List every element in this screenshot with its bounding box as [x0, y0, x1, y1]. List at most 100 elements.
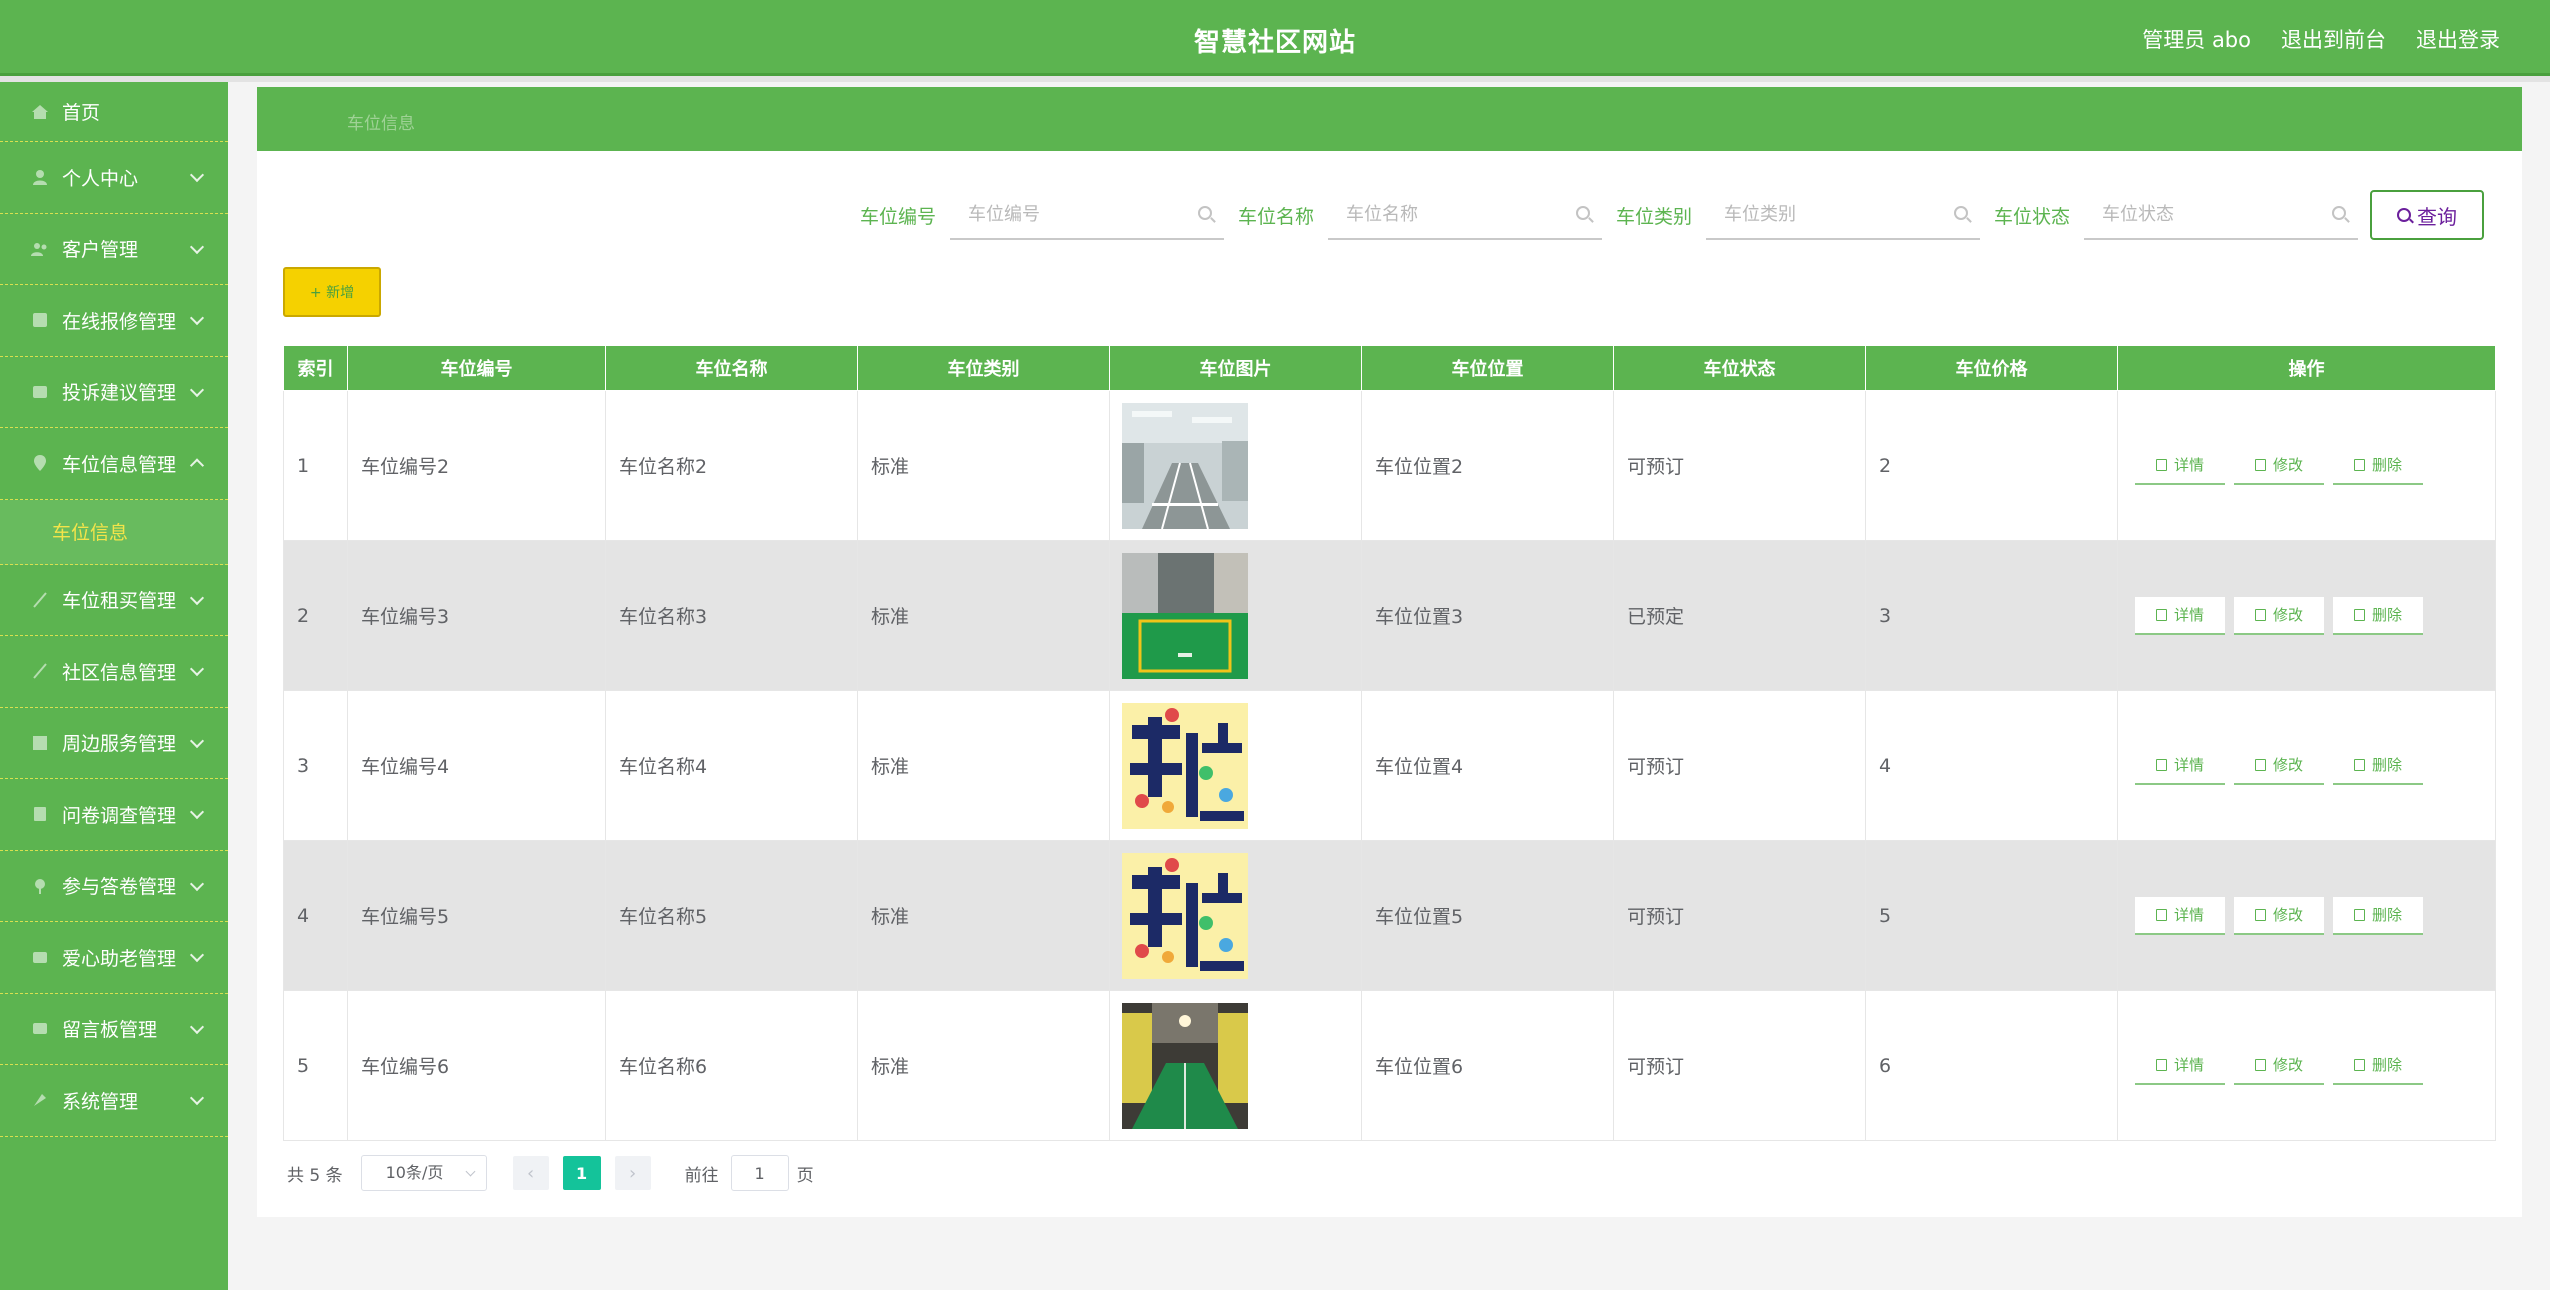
sidebar-subitem-parking-info[interactable]: 车位信息	[0, 499, 228, 565]
sidebar-item-label: 客户管理	[62, 239, 139, 262]
sidebar-item-label: 首页	[62, 102, 101, 124]
document-icon	[2155, 908, 2167, 921]
sidebar-item-answers[interactable]: 参与答卷管理	[0, 851, 228, 922]
sidebar-item-message-board[interactable]: 留言板管理	[0, 994, 228, 1065]
sidebar-item-nearby-services[interactable]: 周边服务管理	[0, 708, 228, 779]
document-icon	[2155, 458, 2167, 471]
parking-image-illustration[interactable]	[1122, 852, 1248, 979]
detail-button[interactable]: 详情	[2135, 446, 2225, 485]
parking-category-input[interactable]	[1705, 190, 1980, 238]
edit-button[interactable]: 修改	[2234, 446, 2324, 485]
sidebar-item-surveys[interactable]: 问卷调查管理	[0, 779, 228, 851]
detail-button[interactable]: 详情	[2135, 746, 2225, 785]
sidebar-item-community-info[interactable]: 社区信息管理	[0, 636, 228, 708]
sidebar-item-personal-center[interactable]: 个人中心	[0, 142, 228, 214]
cell-image	[1109, 840, 1362, 991]
cell-location: 车位位置6	[1361, 990, 1614, 1141]
delete-label: 删除	[2371, 456, 2402, 474]
trash-icon	[2353, 608, 2365, 621]
detail-button[interactable]: 详情	[2135, 596, 2225, 635]
table-row[interactable]: 1 车位编号2 车位名称2 标准 车位位置2 可预订 2 详情 修改 删除	[283, 390, 2496, 541]
system-icon	[34, 1094, 46, 1107]
delete-button[interactable]: 删除	[2333, 446, 2423, 485]
search-group-category: 车位类别	[1616, 190, 1980, 240]
sidebar-item-repair[interactable]: 在线报修管理	[0, 285, 228, 357]
table-header-row: 索引 车位编号 车位名称 车位类别 车位图片 车位位置 车位状态 车位价格 操作	[283, 345, 2496, 391]
document-icon	[2155, 1058, 2167, 1071]
detail-label: 详情	[2173, 606, 2204, 624]
chevron-up-icon	[189, 458, 205, 473]
cell-status: 可预订	[1613, 840, 1866, 991]
edit-button[interactable]: 修改	[2234, 746, 2324, 785]
document-icon	[2155, 758, 2167, 771]
table-row[interactable]: 4 车位编号5 车位名称5 标准 车位位置5 可预订 5 详情 修改 删除	[283, 840, 2496, 991]
parking-image-garage[interactable]	[1122, 402, 1248, 529]
cell-name: 车位名称6	[605, 990, 858, 1141]
edit-button[interactable]: 修改	[2234, 896, 2324, 935]
sidebar-item-system[interactable]: 系统管理	[0, 1065, 228, 1137]
column-header-price: 车位价格	[1865, 345, 2118, 391]
sidebar-item-elderly-care[interactable]: 爱心助老管理	[0, 922, 228, 994]
next-page-button[interactable]: ›	[614, 1156, 651, 1190]
cell-index: 4	[283, 840, 348, 991]
page-size-select[interactable]: 10条/页	[360, 1155, 487, 1191]
search-label: 车位名称	[1237, 205, 1314, 228]
sidebar-item-label: 车位信息管理	[62, 453, 177, 476]
delete-button[interactable]: 删除	[2333, 896, 2423, 935]
query-button-label: 查询	[2417, 204, 2457, 229]
cell-category: 标准	[857, 540, 1110, 691]
search-bar: 车位编号 车位名称 车位类别 车位状态	[846, 190, 2484, 240]
column-header-code: 车位编号	[347, 345, 606, 391]
search-icon	[1197, 206, 1212, 220]
page-number-button[interactable]: 1	[562, 1156, 601, 1190]
exit-to-front-link[interactable]: 退出到前台	[2281, 24, 2386, 54]
sidebar-item-parking-rent[interactable]: 车位租买管理	[0, 565, 228, 636]
prev-page-button[interactable]: ‹	[512, 1156, 549, 1190]
parking-image-garage-dark[interactable]	[1122, 1002, 1248, 1129]
detail-label: 详情	[2173, 1056, 2204, 1074]
sidebar-item-label: 系统管理	[62, 1090, 139, 1113]
heart-icon	[33, 952, 47, 964]
parking-code-input[interactable]	[949, 190, 1224, 238]
chevron-down-icon	[465, 1166, 476, 1177]
cell-image	[1109, 390, 1362, 541]
trash-icon	[2353, 908, 2365, 921]
cell-category: 标准	[857, 390, 1110, 541]
goto-page-input[interactable]	[730, 1155, 789, 1191]
query-button[interactable]: 查询	[2370, 190, 2484, 240]
cell-code: 车位编号3	[347, 540, 606, 691]
add-button[interactable]: + 新增	[283, 267, 381, 317]
search-group-code: 车位编号	[860, 190, 1224, 240]
answer-icon	[35, 878, 45, 894]
edit-button[interactable]: 修改	[2234, 1046, 2324, 1085]
parking-name-input[interactable]	[1327, 190, 1602, 238]
sidebar-item-home[interactable]: 首页	[0, 82, 228, 142]
delete-button[interactable]: 删除	[2333, 1046, 2423, 1085]
column-header-category: 车位类别	[857, 345, 1110, 391]
delete-button[interactable]: 删除	[2333, 746, 2423, 785]
search-group-status: 车位状态	[1994, 190, 2358, 240]
edit-button[interactable]: 修改	[2234, 596, 2324, 635]
sidebar-item-label: 周边服务管理	[62, 733, 177, 756]
detail-button[interactable]: 详情	[2135, 896, 2225, 935]
sidebar-item-parking-info-mgmt[interactable]: 车位信息管理	[0, 428, 228, 500]
sidebar-item-complaints[interactable]: 投诉建议管理	[0, 357, 228, 428]
logout-link[interactable]: 退出登录	[2416, 24, 2500, 54]
parking-image-illustration[interactable]	[1122, 702, 1248, 829]
column-header-image: 车位图片	[1109, 345, 1362, 391]
parking-image-green-bay[interactable]	[1122, 552, 1248, 679]
breadcrumb-current[interactable]: 车位信息	[347, 109, 415, 134]
delete-button[interactable]: 删除	[2333, 596, 2423, 635]
detail-button[interactable]: 详情	[2135, 1046, 2225, 1085]
chevron-down-icon	[189, 948, 205, 963]
search-label: 车位类别	[1615, 205, 1692, 228]
cell-name: 车位名称3	[605, 540, 858, 691]
cell-price: 4	[1865, 690, 2118, 841]
chevron-down-icon	[189, 382, 205, 397]
parking-status-input[interactable]	[2084, 190, 2358, 238]
table-row[interactable]: 3 车位编号4 车位名称4 标准 车位位置4 可预订 4 详情 修改 删除	[283, 690, 2496, 841]
message-icon	[33, 1022, 47, 1034]
table-row[interactable]: 5 车位编号6 车位名称6 标准 车位位置6 可预订 6 详情 修改 删除	[283, 990, 2496, 1141]
sidebar-item-customers[interactable]: 客户管理	[0, 214, 228, 285]
table-row[interactable]: 2 车位编号3 车位名称3 标准 车位位置3 已预定 3 详情 修改 删除	[283, 540, 2496, 691]
